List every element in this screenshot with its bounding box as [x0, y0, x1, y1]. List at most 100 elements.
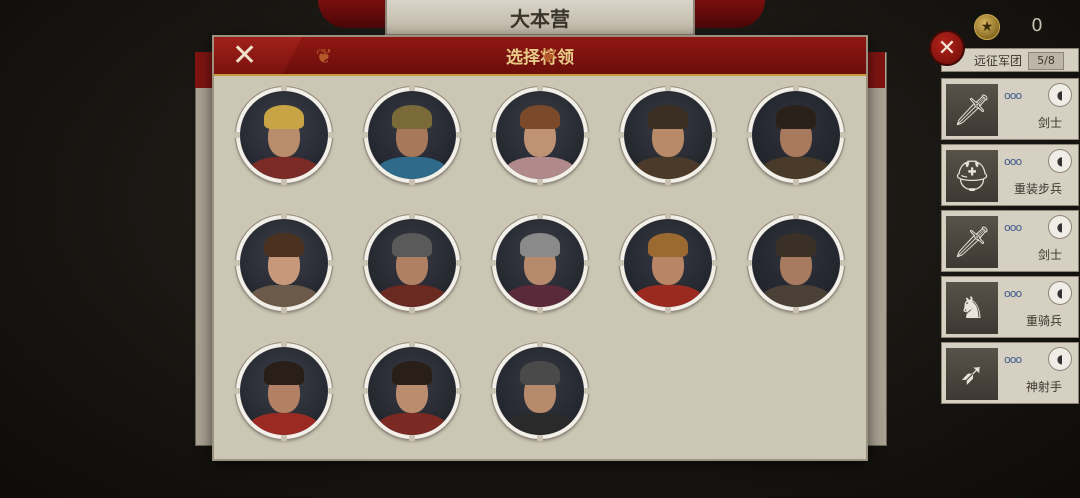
army-unit-slot[interactable]: ♞ ooo ◖ 重骑兵	[941, 276, 1079, 338]
commander-badge-icon: ◖	[1048, 281, 1072, 305]
portrait-armor	[504, 157, 576, 179]
frame-notch	[584, 388, 590, 394]
base-title: 大本营	[385, 0, 695, 36]
frame-notch	[618, 132, 624, 138]
portrait-image	[624, 219, 712, 307]
frame-notch	[328, 132, 334, 138]
frame-notch	[490, 388, 496, 394]
frame-notch	[409, 435, 415, 441]
army-unit-slot[interactable]: ➶ ooo ◖ 神射手	[941, 342, 1079, 404]
frame-notch	[665, 213, 671, 219]
portrait-image	[240, 347, 328, 435]
general-portrait[interactable]	[362, 213, 462, 313]
portrait-headgear	[648, 105, 688, 129]
army-unit-slot[interactable]: 🗡 ooo ◖ 剑士	[941, 210, 1079, 272]
portrait-armor	[376, 413, 448, 435]
commander-badge-icon: ◖	[1048, 215, 1072, 239]
frame-notch	[409, 341, 415, 347]
portrait-armor	[248, 285, 320, 307]
portrait-image	[240, 219, 328, 307]
frame-notch	[409, 179, 415, 185]
commander-badge-icon: ◖	[1048, 347, 1072, 371]
frame-notch	[328, 388, 334, 394]
frame-notch	[665, 179, 671, 185]
medal-icon: ★	[974, 14, 1000, 40]
frame-notch	[328, 260, 334, 266]
army-close-button[interactable]: ✕	[929, 30, 965, 66]
portrait-headgear	[264, 233, 304, 257]
rank-icon: ooo	[1004, 287, 1022, 300]
army-unit-slot[interactable]: ⛑ ooo ◖ 重装步兵	[941, 144, 1079, 206]
army-unit-slot[interactable]: 🗡 ooo ◖ 剑士	[941, 78, 1079, 140]
dialog-close-button[interactable]: ✕	[214, 37, 302, 74]
portrait-headgear	[264, 361, 304, 385]
close-icon: ✕	[937, 35, 957, 61]
general-portrait[interactable]	[490, 341, 590, 441]
general-portrait[interactable]	[362, 341, 462, 441]
dialog-header: 选择将领 ❦ ❦ ✕	[214, 37, 866, 76]
portrait-armor	[760, 285, 832, 307]
frame-notch	[793, 213, 799, 219]
frame-notch	[840, 132, 846, 138]
frame-notch	[456, 260, 462, 266]
frame-notch	[793, 179, 799, 185]
portrait-armor	[248, 413, 320, 435]
frame-notch	[537, 435, 543, 441]
general-portrait[interactable]	[746, 213, 846, 313]
frame-notch	[793, 85, 799, 91]
frame-notch	[665, 307, 671, 313]
rank-icon: ooo	[1004, 89, 1022, 102]
frame-notch	[409, 85, 415, 91]
frame-notch	[665, 85, 671, 91]
portrait-image	[496, 91, 584, 179]
commander-badge-icon: ◖	[1048, 83, 1072, 107]
laurel-right-icon: ❦	[540, 44, 558, 68]
portrait-armor	[376, 285, 448, 307]
sword-icon: 🗡	[946, 216, 998, 268]
general-portrait[interactable]	[234, 341, 334, 441]
general-portrait[interactable]	[618, 213, 718, 313]
general-portrait[interactable]	[490, 213, 590, 313]
laurel-left-icon: ❦	[315, 44, 333, 68]
frame-notch	[490, 132, 496, 138]
helmet-icon: ⛑	[946, 150, 998, 202]
frame-notch	[793, 307, 799, 313]
portrait-armor	[504, 413, 576, 435]
frame-notch	[281, 213, 287, 219]
frame-notch	[456, 132, 462, 138]
frame-notch	[281, 307, 287, 313]
portrait-armor	[760, 157, 832, 179]
general-portrait[interactable]	[362, 85, 462, 185]
general-portrait[interactable]	[234, 213, 334, 313]
frame-notch	[537, 179, 543, 185]
general-portrait[interactable]	[618, 85, 718, 185]
general-portrait[interactable]	[746, 85, 846, 185]
commander-badge-icon: ◖	[1048, 149, 1072, 173]
portrait-image	[368, 91, 456, 179]
frame-notch	[234, 388, 240, 394]
frame-notch	[409, 213, 415, 219]
frame-notch	[537, 307, 543, 313]
general-portrait[interactable]	[490, 85, 590, 185]
frame-notch	[712, 260, 718, 266]
general-portrait[interactable]	[234, 85, 334, 185]
frame-notch	[584, 132, 590, 138]
rank-icon: ooo	[1004, 155, 1022, 168]
sword-icon: 🗡	[946, 84, 998, 136]
select-general-dialog: 选择将领 ❦ ❦ ✕	[212, 35, 868, 461]
frame-notch	[618, 260, 624, 266]
unit-name: 剑士	[1037, 116, 1062, 130]
frame-notch	[537, 213, 543, 219]
frame-notch	[234, 260, 240, 266]
portrait-headgear	[648, 233, 688, 257]
banner-wing-right	[695, 0, 765, 28]
portrait-headgear	[776, 105, 816, 129]
portrait-image	[368, 347, 456, 435]
army-title: 远征军团	[974, 53, 1023, 68]
portrait-headgear	[776, 233, 816, 257]
portrait-armor	[248, 157, 320, 179]
frame-notch	[746, 260, 752, 266]
frame-notch	[584, 260, 590, 266]
rank-icon: ooo	[1004, 221, 1022, 234]
army-count: 5/8	[1028, 52, 1064, 70]
